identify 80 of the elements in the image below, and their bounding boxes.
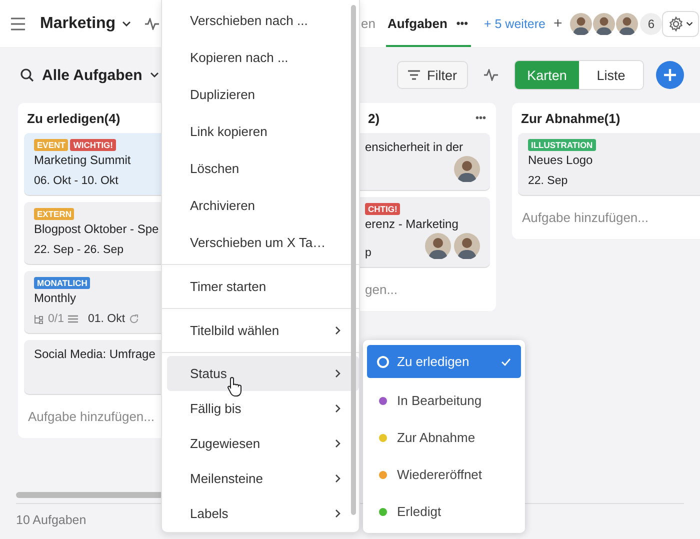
card-title: Neues Logo (528, 152, 594, 169)
menu-icon[interactable] (10, 16, 26, 30)
label-tag: MONATLICH (34, 277, 90, 289)
label-tag: EXTERN (34, 208, 74, 220)
card-title: Monthly (34, 290, 78, 307)
menu-item[interactable]: Fällig bis (162, 391, 359, 426)
card-title: erenz - Marketing (365, 216, 460, 233)
status-option[interactable]: In Bearbeitung (367, 382, 521, 419)
date-range: 22. Sep (528, 175, 568, 187)
card-title: Blogpost Oktober - Spe (34, 221, 160, 238)
status-option[interactable]: Erledigt (367, 493, 521, 530)
status-option[interactable]: Zu erledigen (367, 345, 521, 378)
add-tab-button[interactable]: + (553, 15, 562, 32)
chevron-icon (335, 474, 341, 483)
menu-item[interactable]: Verschieben nach ... (162, 2, 359, 39)
menu-item[interactable]: Zugewiesen (162, 426, 359, 461)
date-range: 06. Okt - 10. Okt (34, 175, 118, 187)
task-card[interactable]: ILLUSTRATION Neues Logo 22. Sep (518, 133, 700, 195)
menu-item[interactable]: Kopieren nach ... (162, 39, 359, 76)
chevron-icon (335, 404, 341, 413)
caret-icon[interactable] (686, 20, 694, 26)
filter-button[interactable]: Filter (397, 61, 468, 89)
avatar-icon (425, 233, 451, 259)
check-icon (501, 358, 511, 366)
column-title: 2) (368, 110, 380, 126)
add-task-link[interactable]: Aufgabe hinzufügen... (518, 202, 700, 233)
tab[interactable]: en (361, 0, 376, 47)
date-range: 22. Sep - 26. Sep (34, 244, 124, 256)
label-tag: WICHTIG! (70, 139, 116, 151)
settings-icon (668, 16, 684, 32)
due-date: 01. Okt (88, 313, 126, 325)
activity-icon[interactable] (484, 69, 498, 81)
status-menu[interactable]: Zu erledigen In Bearbeitung Zur Abnahme Wiedereröffnet Erledigt (363, 340, 525, 533)
menu-item[interactable]: Labels (162, 496, 359, 531)
repeat-icon (129, 314, 140, 324)
caret-icon[interactable] (122, 20, 131, 26)
project-title[interactable]: Marketing (40, 14, 116, 32)
tab[interactable]: Aufgaben ••• (386, 0, 471, 47)
date-range: p (365, 247, 372, 259)
avatar-icon[interactable] (616, 12, 638, 34)
avatar-icon (454, 233, 480, 259)
avatar-icon[interactable] (570, 12, 592, 34)
menu-item[interactable]: Meilensteine (162, 461, 359, 496)
member-count[interactable]: 6 (640, 12, 662, 34)
context-menu[interactable]: Verschieben nach ... Kopieren nach ... Duplizieren Link kopieren Löschen Archivieren Verschieben um X Ta… Timer starten Titelbild wählen Status Fällig bis Zugewiesen Meilensteine Labels (161, 0, 360, 533)
menu-item[interactable]: Status (167, 356, 359, 391)
card-title: ensicherheit in der (365, 139, 464, 156)
hand-cursor-icon (227, 376, 243, 397)
more-icon[interactable]: ••• (456, 18, 468, 30)
label-tag: ILLUSTRATION (528, 139, 596, 151)
chevron-icon (335, 369, 341, 378)
status-option[interactable]: Wiedereröffnet (367, 456, 521, 493)
card-title: Social Media: Umfrage (34, 346, 156, 363)
column-title: Zu erledigen(4) (27, 110, 120, 126)
activity-icon[interactable] (144, 18, 159, 30)
task-count: 10 Aufgaben (16, 512, 86, 527)
settings-button[interactable] (662, 10, 700, 36)
filter-icon (408, 70, 420, 80)
description-icon (68, 315, 78, 323)
caret-icon[interactable] (150, 72, 160, 78)
label-tag: EVENT (34, 139, 68, 151)
subtask-icon (34, 314, 44, 324)
more-tabs-link[interactable]: + 5 weitere (484, 16, 546, 30)
label-tag: CHTIG! (365, 203, 400, 215)
view-toggle[interactable]: Liste (579, 61, 643, 89)
ring-icon (377, 356, 389, 368)
subtask-count: 0/1 (48, 313, 64, 325)
avatar-icon (454, 156, 480, 182)
chevron-icon (335, 439, 341, 448)
search-icon[interactable] (20, 68, 34, 82)
status-option[interactable]: Zur Abnahme (367, 419, 521, 456)
add-icon[interactable] (656, 61, 684, 89)
avatar-icon[interactable] (593, 12, 616, 34)
column-title: Zur Abnahme(1) (521, 110, 620, 126)
scrollbar-thumb[interactable] (351, 5, 356, 515)
menu-item[interactable]: Duplizieren (162, 76, 359, 113)
chevron-icon (335, 509, 341, 518)
view-title[interactable]: Alle Aufgaben (42, 66, 142, 84)
chevron-icon (335, 326, 341, 335)
more-icon[interactable]: ••• (475, 112, 486, 124)
